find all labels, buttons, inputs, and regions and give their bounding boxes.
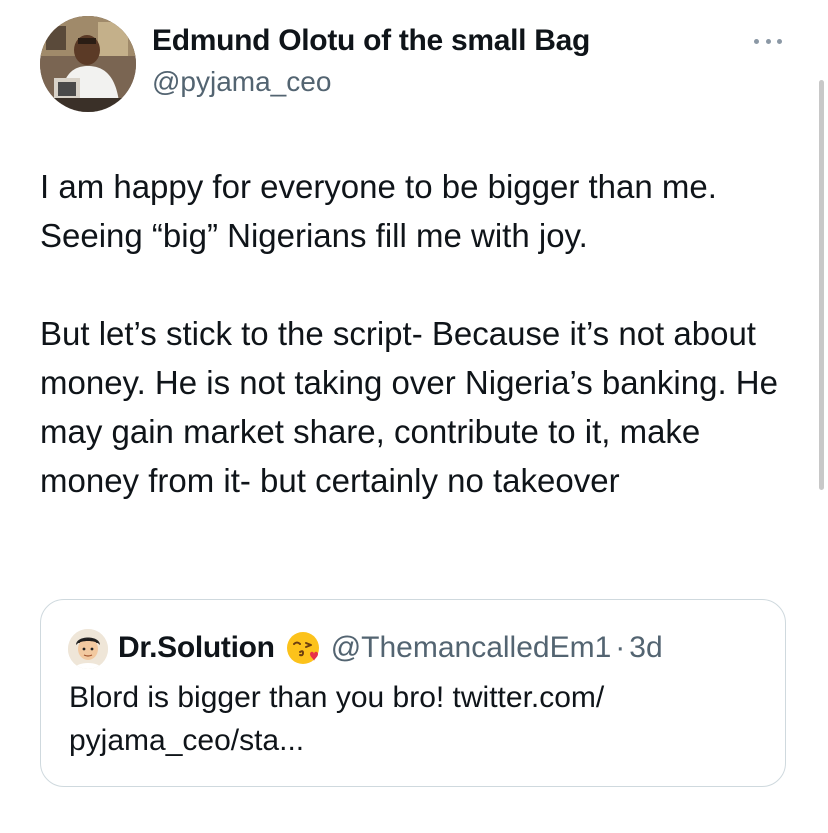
quote-header: Dr.Solution @ThemancalledEm1 · 3d bbox=[118, 628, 663, 668]
author-handle[interactable]: @pyjama_ceo bbox=[152, 66, 331, 98]
quote-separator: · bbox=[615, 631, 626, 664]
more-options-button[interactable] bbox=[748, 30, 788, 52]
profile-photo-icon bbox=[40, 16, 136, 112]
more-horizontal-icon bbox=[754, 38, 759, 44]
tweet-paragraph-2: But let’s stick to the script- Because i… bbox=[40, 315, 778, 499]
quote-text: Blord is bigger than you bro! twitter.co… bbox=[69, 681, 605, 757]
tweet-paragraph-1: I am happy for everyone to be bigger tha… bbox=[40, 168, 717, 254]
cartoon-avatar-icon bbox=[68, 629, 108, 669]
quote-author-avatar[interactable] bbox=[68, 629, 108, 669]
quote-author-handle[interactable]: @ThemancalledEm1 bbox=[331, 631, 612, 665]
more-horizontal-icon-dot bbox=[765, 38, 771, 44]
author-avatar[interactable] bbox=[40, 16, 136, 112]
quoted-tweet-card[interactable]: Dr.Solution @ThemancalledEm1 · 3d Blord … bbox=[40, 599, 786, 787]
more-horizontal-icon-dot bbox=[777, 38, 782, 44]
author-name[interactable]: Edmund Olotu of the small Bag bbox=[152, 24, 590, 58]
tweet-text: I am happy for everyone to be bigger tha… bbox=[40, 162, 800, 505]
kiss-face-emoji-icon bbox=[285, 630, 321, 666]
quote-author-name[interactable]: Dr.Solution bbox=[118, 631, 275, 665]
scrollbar-thumb[interactable] bbox=[819, 80, 824, 490]
tweet-page: Edmund Olotu of the small Bag @pyjama_ce… bbox=[0, 0, 828, 833]
quote-timestamp[interactable]: 3d bbox=[629, 631, 662, 665]
